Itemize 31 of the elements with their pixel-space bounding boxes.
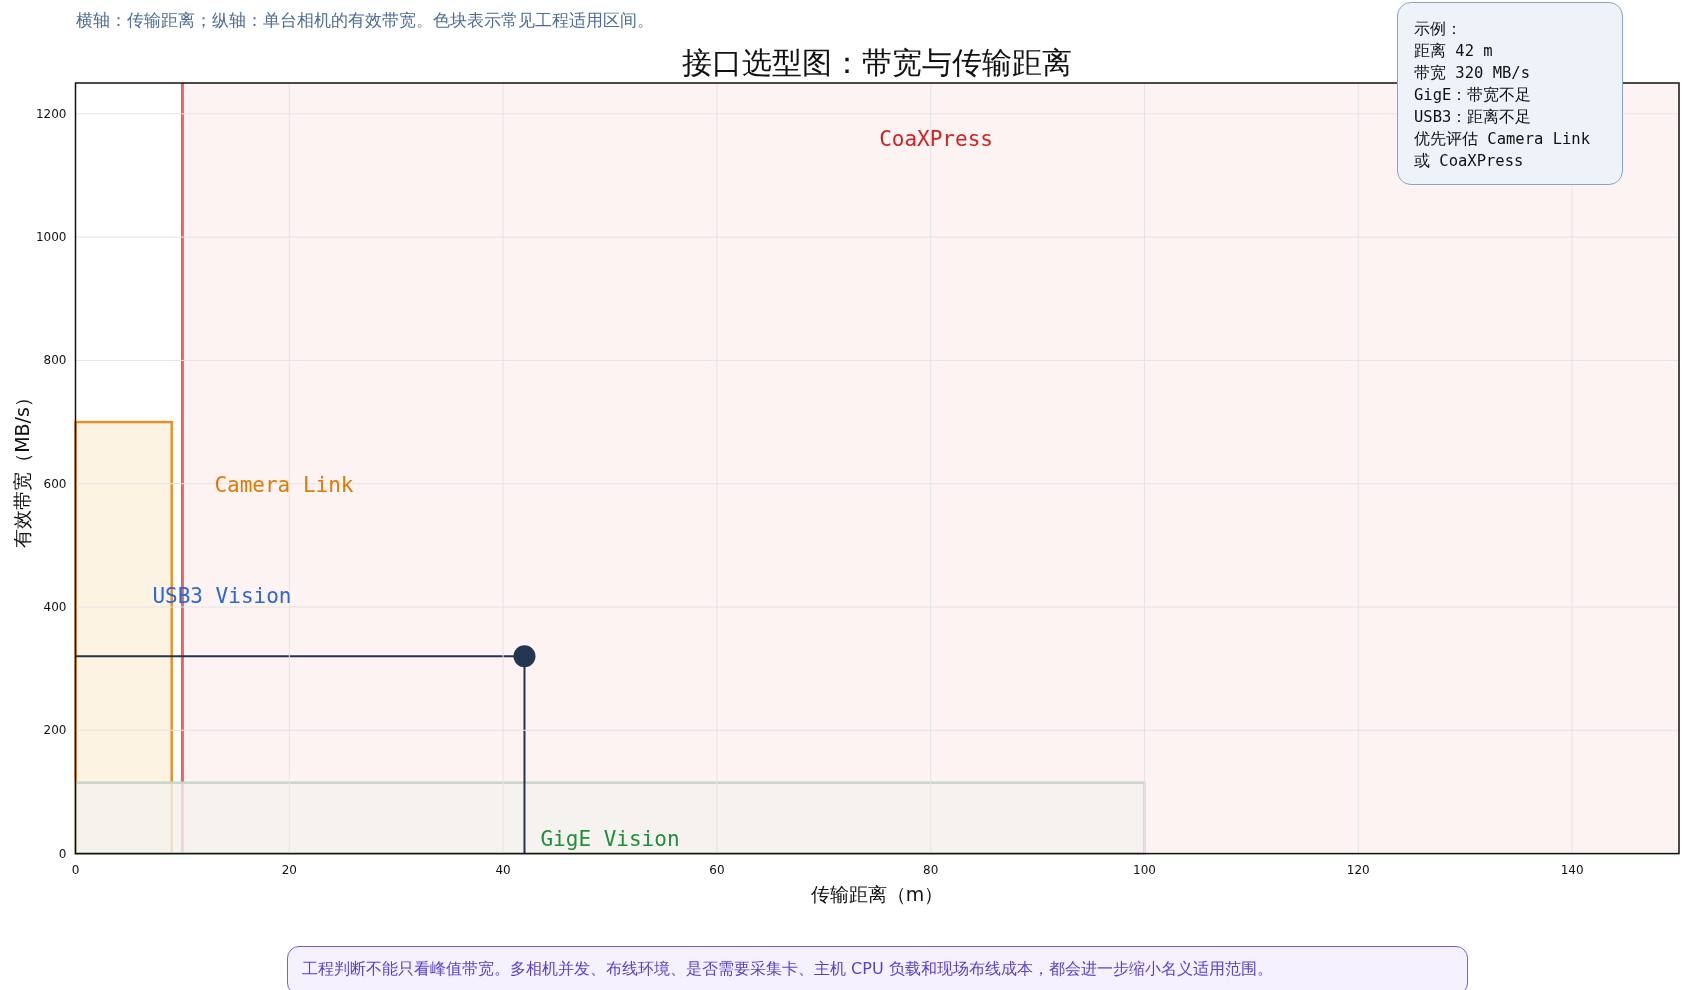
footnote: 工程判断不能只看峰值带宽。多相机并发、布线环境、是否需要采集卡、主机 CPU 负载和现场布线成本，都会进一步缩小名义适用范围。 [287, 946, 1468, 990]
tick-label: 40 [495, 862, 511, 877]
tick-label: 800 [43, 353, 67, 368]
callout-line: GigE：带宽不足 [1414, 85, 1533, 106]
data-point [513, 645, 536, 668]
tick-label: 1000 [35, 230, 67, 245]
tick-label: 80 [923, 862, 939, 877]
tick-label: 200 [43, 723, 67, 738]
axis-title: 有效带宽（MB/s） [11, 388, 33, 548]
tick-label: 120 [1346, 862, 1370, 877]
tick-label: 0 [71, 862, 80, 877]
tick-label: 600 [43, 476, 67, 491]
callout-line: 带宽 320 MB/s [1414, 63, 1531, 84]
tick-label: 0 [58, 846, 67, 861]
tick-label: 100 [1133, 862, 1156, 877]
chart-title: 接口选型图：带宽与传输距离 [682, 45, 1072, 80]
tick-label: 20 [281, 862, 297, 877]
chart-caption: 横轴：传输距离；纵轴：单台相机的有效带宽。色块表示常见工程适用区间。 [76, 10, 654, 30]
tick-label: 60 [709, 862, 725, 877]
zone-label: Camera Link [214, 472, 354, 497]
callout-line: 或 CoaXPress [1414, 151, 1525, 172]
callout-line: 距离 42 m [1414, 41, 1494, 62]
callout-line: USB3：距离不足 [1414, 107, 1533, 128]
tick-label: 1200 [35, 106, 67, 121]
tick-label: 140 [1560, 862, 1584, 877]
axis-title: 传输距离（m） [810, 883, 944, 905]
callout-line: 优先评估 Camera Link [1414, 129, 1591, 150]
callout-line: 示例： [1414, 19, 1463, 40]
tick-label: 400 [43, 600, 67, 614]
zone-label: GigE Vision [540, 827, 680, 852]
zone-label: CoaXPress [879, 127, 993, 152]
